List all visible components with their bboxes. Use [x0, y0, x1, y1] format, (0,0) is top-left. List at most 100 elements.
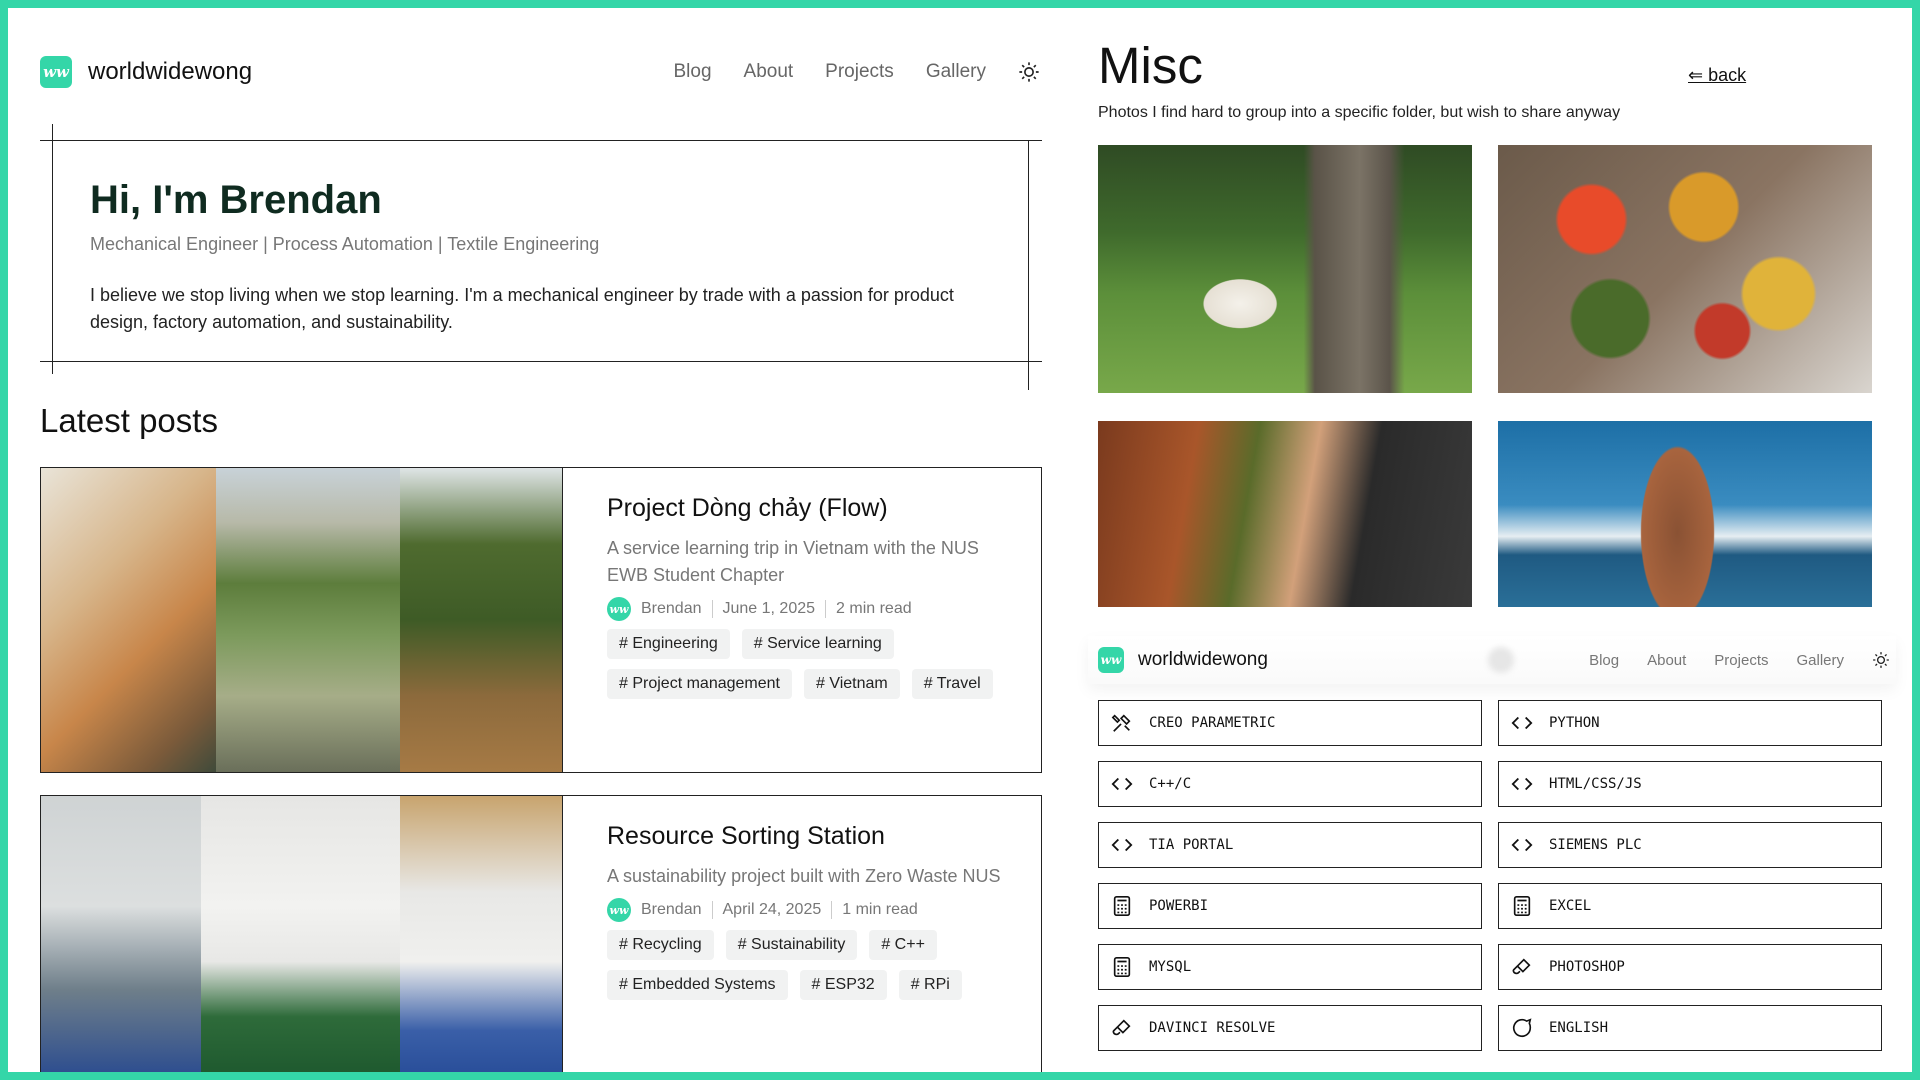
- theme-toggle-icon[interactable]: [1018, 61, 1040, 83]
- skill-tile[interactable]: TIA PORTAL: [1098, 822, 1482, 868]
- site-brand[interactable]: worldwidewong: [1138, 649, 1268, 671]
- post-title[interactable]: Resource Sorting Station: [607, 822, 1017, 851]
- chat-icon: [1509, 1015, 1535, 1041]
- hero-bio: I believe we stop living when we stop le…: [90, 285, 954, 332]
- code-icon: [1509, 710, 1535, 736]
- skill-tile[interactable]: DAVINCI RESOLVE: [1098, 1005, 1482, 1051]
- photo-hillside: [400, 468, 562, 772]
- code-icon: [1509, 771, 1535, 797]
- post-title[interactable]: Project Dòng chảy (Flow): [607, 494, 1017, 523]
- skill-tile[interactable]: ENGLISH: [1498, 1005, 1882, 1051]
- back-link[interactable]: ⇐ back: [1688, 65, 1746, 86]
- blurred-element: [1487, 647, 1514, 673]
- gallery-panel: Misc ⇐ back Photos I find hard to group …: [1088, 8, 1912, 1072]
- skill-label: C++/C: [1149, 776, 1192, 792]
- meta-divider: [831, 901, 833, 919]
- skill-label: ENGLISH: [1549, 1020, 1609, 1036]
- hero-card: Hi, I'm Brendan Mechanical Engineer | Pr…: [40, 124, 1042, 390]
- site-logo[interactable]: ww: [1098, 647, 1124, 673]
- post-date: April 24, 2025: [722, 901, 822, 918]
- hero-frame-line: [40, 140, 1042, 141]
- nav-blog[interactable]: Blog: [673, 61, 711, 83]
- meta-divider: [711, 600, 713, 618]
- calculator-icon: [1509, 893, 1535, 919]
- tag[interactable]: ESP32: [799, 970, 887, 1000]
- post-thumbnail[interactable]: [41, 468, 563, 772]
- nav-about[interactable]: About: [1647, 652, 1686, 669]
- calculator-icon: [1109, 954, 1135, 980]
- post-meta: ww Brendan April 24, 2025 1 min read: [607, 898, 1017, 922]
- skill-tile[interactable]: HTML/CSS/JS: [1498, 761, 1882, 807]
- photo-workers: [215, 468, 401, 772]
- skill-tile[interactable]: MYSQL: [1098, 944, 1482, 990]
- photo-station-desk: [41, 796, 201, 1072]
- skill-tile[interactable]: EXCEL: [1498, 883, 1882, 929]
- code-icon: [1109, 771, 1135, 797]
- nav-links: Blog About Projects Gallery: [1589, 651, 1890, 669]
- tag[interactable]: Travel: [911, 669, 993, 699]
- secondary-nav: ww worldwidewong Blog About Projects Gal…: [1088, 636, 1896, 684]
- photo-beach[interactable]: [1498, 421, 1872, 607]
- skill-tile[interactable]: PYTHON: [1498, 700, 1882, 746]
- post-body: Project Dòng chảy (Flow) A service learn…: [607, 494, 1017, 699]
- post-card[interactable]: Project Dòng chảy (Flow) A service learn…: [40, 467, 1042, 773]
- tag[interactable]: Service learning: [741, 629, 894, 659]
- photo-kids: [41, 468, 216, 772]
- code-icon: [1509, 832, 1535, 858]
- skill-label: CREO PARAMETRIC: [1149, 715, 1276, 731]
- site-logo[interactable]: ww: [40, 56, 72, 88]
- post-date: June 1, 2025: [722, 600, 816, 617]
- tag[interactable]: Project management: [607, 669, 792, 699]
- tag[interactable]: Embedded Systems: [607, 970, 788, 1000]
- brush-icon: [1509, 954, 1535, 980]
- post-tags: Engineering Service learning Project man…: [607, 629, 1017, 699]
- calculator-icon: [1109, 893, 1135, 919]
- post-author: Brendan: [641, 901, 702, 918]
- skill-label: MYSQL: [1149, 959, 1192, 975]
- skill-tile[interactable]: POWERBI: [1098, 883, 1482, 929]
- meta-divider: [711, 901, 713, 919]
- skill-tile[interactable]: CREO PARAMETRIC: [1098, 700, 1482, 746]
- page-frame: ww worldwidewong Blog About Projects Gal…: [8, 8, 1912, 1072]
- hero-subtitle: Mechanical Engineer | Process Automation…: [90, 234, 600, 254]
- nav-projects[interactable]: Projects: [1714, 652, 1768, 669]
- post-thumbnail[interactable]: [41, 796, 563, 1072]
- tag[interactable]: RPi: [898, 970, 962, 1000]
- photo-food-platter[interactable]: [1498, 145, 1872, 393]
- skill-tile[interactable]: SIEMENS PLC: [1498, 822, 1882, 868]
- post-meta: ww Brendan June 1, 2025 2 min read: [607, 597, 1017, 621]
- skill-label: POWERBI: [1149, 898, 1209, 914]
- post-read-time: 1 min read: [842, 901, 918, 918]
- hero-title: Hi, I'm Brendan: [90, 178, 382, 222]
- post-author: Brendan: [641, 600, 702, 617]
- post-card[interactable]: Resource Sorting Station A sustainabilit…: [40, 795, 1042, 1072]
- tag[interactable]: Vietnam: [803, 669, 900, 699]
- tag[interactable]: Recycling: [607, 930, 714, 960]
- tag[interactable]: Engineering: [607, 629, 730, 659]
- skill-tile[interactable]: C++/C: [1098, 761, 1482, 807]
- photo-dog[interactable]: [1098, 145, 1472, 393]
- nav-projects[interactable]: Projects: [825, 61, 894, 83]
- site-brand[interactable]: worldwidewong: [88, 58, 252, 86]
- skill-label: PYTHON: [1549, 715, 1600, 731]
- author-avatar: ww: [607, 597, 631, 621]
- skill-label: EXCEL: [1549, 898, 1592, 914]
- hero-frame-line: [40, 361, 1042, 362]
- tag[interactable]: C++: [869, 930, 937, 960]
- post-tags: Recycling Sustainability C++ Embedded Sy…: [607, 930, 1017, 1000]
- tag[interactable]: Sustainability: [725, 930, 858, 960]
- photo-station-bin: [200, 796, 401, 1072]
- nav-about[interactable]: About: [744, 61, 794, 83]
- nav-gallery[interactable]: Gallery: [1796, 652, 1844, 669]
- author-avatar: ww: [607, 898, 631, 922]
- post-read-time: 2 min read: [836, 600, 912, 617]
- skill-label: HTML/CSS/JS: [1549, 776, 1642, 792]
- post-body: Resource Sorting Station A sustainabilit…: [607, 822, 1017, 1000]
- nav-blog[interactable]: Blog: [1589, 652, 1619, 669]
- skill-label: DAVINCI RESOLVE: [1149, 1020, 1276, 1036]
- hero-frame-line: [1028, 140, 1029, 390]
- nav-gallery[interactable]: Gallery: [926, 61, 986, 83]
- photo-skewers[interactable]: [1098, 421, 1472, 607]
- skill-tile[interactable]: PHOTOSHOP: [1498, 944, 1882, 990]
- theme-toggle-icon[interactable]: [1872, 651, 1890, 669]
